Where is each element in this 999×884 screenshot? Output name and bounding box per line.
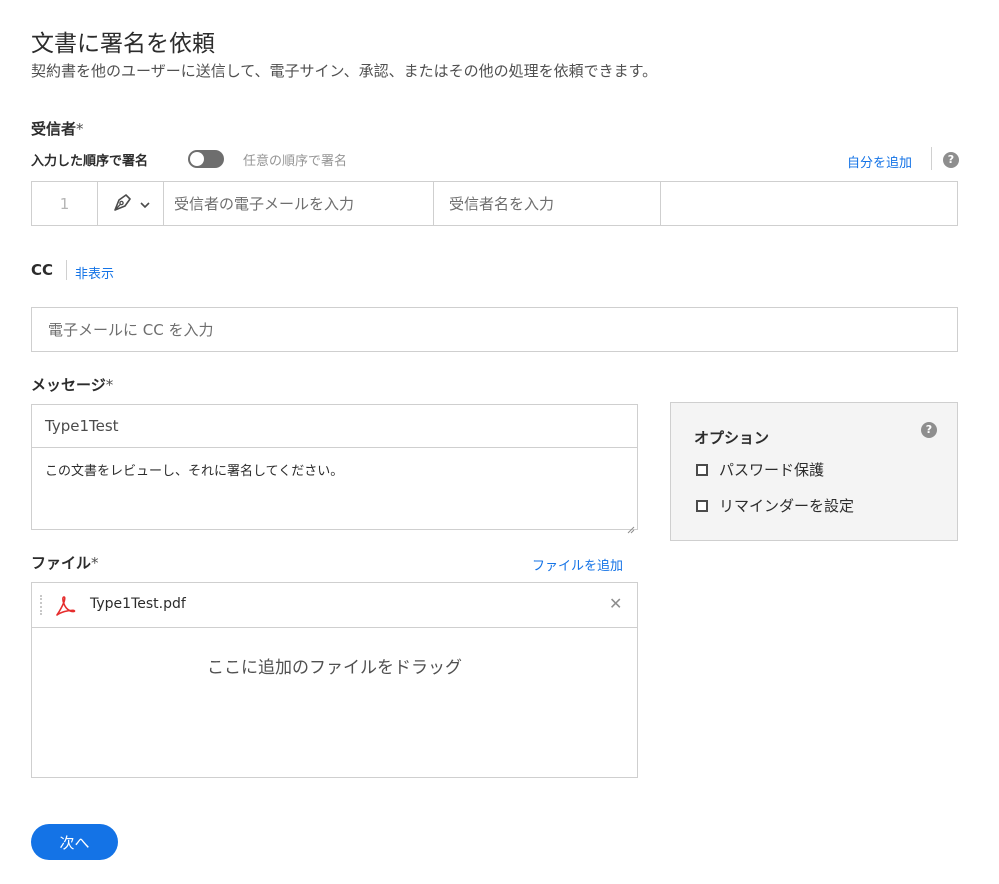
option-set-reminder[interactable]: リマインダーを設定: [696, 495, 854, 516]
cc-label: CC: [31, 261, 54, 279]
checkbox[interactable]: [696, 463, 708, 476]
add-self-link[interactable]: 自分を追加: [847, 152, 912, 171]
signing-order-toggle[interactable]: [188, 150, 224, 168]
recipient-email-placeholder: 受信者の電子メールを入力: [174, 195, 355, 213]
options-title: オプション: [694, 429, 770, 447]
recipient-number: 1: [32, 182, 98, 225]
chevron-down-icon: [139, 194, 150, 213]
message-body-textarea[interactable]: この文書をレビューし、それに署名してください。: [32, 448, 637, 491]
recipient-name-placeholder: 受信者名を入力: [449, 195, 555, 213]
options-panel: オプション ? パスワード保護 リマインダーを設定: [670, 402, 958, 541]
recipient-name-input[interactable]: 受信者名を入力: [434, 182, 661, 225]
checkbox[interactable]: [696, 499, 708, 512]
file-dropzone[interactable]: Type1Test.pdf ✕ ここに追加のファイルをドラッグ: [31, 582, 638, 778]
option-password-protect[interactable]: パスワード保護: [696, 459, 824, 480]
close-icon[interactable]: ✕: [609, 594, 622, 613]
message-box: Type1Test この文書をレビューし、それに署名してください。: [31, 404, 638, 534]
page-title: 文書に署名を依頼: [31, 31, 215, 57]
signing-order-label: 入力した順序で署名: [31, 154, 149, 169]
recipient-email-input[interactable]: 受信者の電子メールを入力: [164, 182, 434, 225]
message-label-text: メッセージ: [31, 376, 106, 394]
cc-placeholder: 電子メールに CC を入力: [48, 321, 214, 339]
files-label: ファイル*: [31, 552, 99, 573]
recipients-label-text: 受信者: [31, 120, 77, 138]
recipient-row: 1 受信者の電子メールを入力 受信者名を入力: [31, 181, 958, 226]
help-icon[interactable]: ?: [943, 152, 959, 168]
recipient-extra-field[interactable]: [661, 182, 957, 225]
any-order-label: 任意の順序で署名: [243, 154, 348, 169]
cc-hide-link[interactable]: 非表示: [75, 263, 114, 282]
message-subject-input[interactable]: Type1Test: [32, 405, 637, 448]
help-icon[interactable]: ?: [921, 422, 937, 438]
required-mark: *: [105, 376, 114, 394]
option-label: パスワード保護: [719, 461, 825, 479]
message-label: メッセージ*: [31, 374, 113, 395]
file-name: Type1Test.pdf: [90, 596, 186, 612]
toggle-knob: [190, 152, 204, 166]
divider: [931, 147, 932, 170]
pen-nib-icon: [112, 191, 134, 217]
drop-hint: ここに追加のファイルをドラッグ: [207, 658, 462, 678]
file-item[interactable]: Type1Test.pdf ✕: [32, 583, 637, 628]
required-mark: *: [76, 120, 84, 138]
next-button[interactable]: 次へ: [31, 824, 118, 860]
drag-handle-icon[interactable]: [40, 595, 42, 615]
page-subtitle: 契約書を他のユーザーに送信して、電子サイン、承認、またはその他の処理を依頼できま…: [31, 62, 658, 80]
required-mark: *: [91, 554, 99, 572]
resize-handle-icon[interactable]: [627, 519, 635, 534]
add-file-link[interactable]: ファイルを追加: [532, 555, 623, 574]
pdf-icon: [53, 594, 77, 622]
cc-input[interactable]: 電子メールに CC を入力: [31, 307, 958, 352]
divider: [66, 260, 67, 280]
option-label: リマインダーを設定: [719, 497, 855, 515]
recipients-label: 受信者*: [31, 118, 84, 139]
role-selector[interactable]: [98, 182, 164, 225]
files-label-text: ファイル: [31, 554, 92, 572]
